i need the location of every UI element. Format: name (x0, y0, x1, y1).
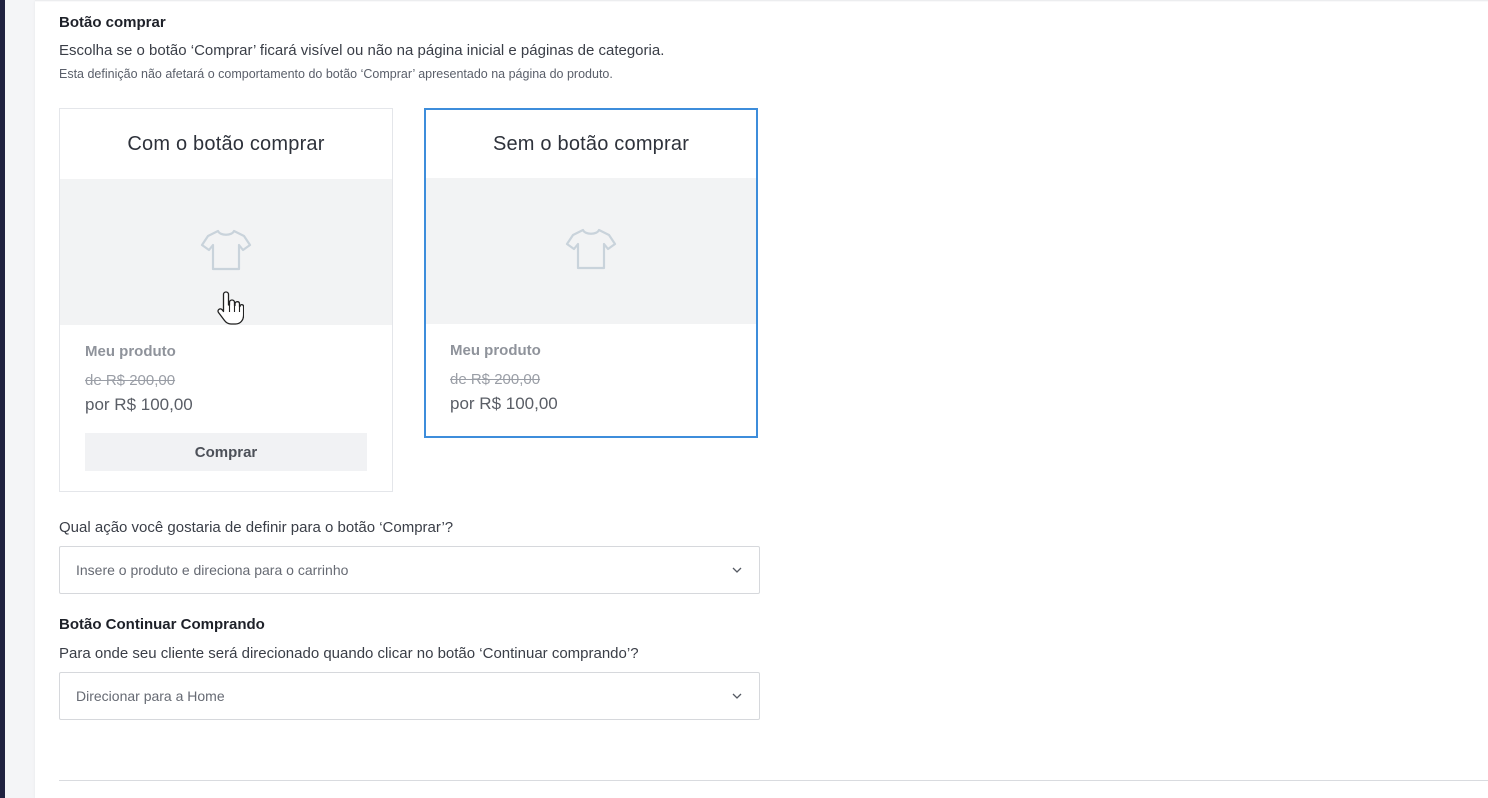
continue-shopping-select[interactable]: Direcionar para a Home (59, 672, 760, 720)
continue-shopping-section-title: Botão Continuar Comprando (59, 616, 265, 633)
option-card-with-buy-button[interactable]: Com o botão comprar Meu produto de R$ 20… (59, 108, 393, 492)
option-title: Sem o botão comprar (492, 132, 690, 155)
option-card-without-buy-button[interactable]: Sem o botão comprar Meu produto de R$ 20… (424, 108, 758, 438)
buy-action-select[interactable]: Insere o produto e direciona para o carr… (59, 546, 760, 594)
sidebar-edge (0, 0, 5, 798)
product-name: Meu produto (85, 343, 176, 360)
new-price: por R$ 100,00 (85, 395, 193, 414)
new-price: por R$ 100,00 (450, 394, 558, 413)
buy-button-note: Esta definição não afetará o comportamen… (59, 67, 613, 81)
old-price: de R$ 200,00 (85, 372, 176, 389)
buy-button-section-title: Botão comprar (59, 14, 166, 31)
product-image-placeholder (60, 179, 392, 325)
continue-shopping-selected-value: Direcionar para a Home (76, 688, 225, 704)
buy-button-preview: Comprar (85, 433, 367, 471)
buy-action-selected-value: Insere o produto e direciona para o carr… (76, 562, 349, 578)
old-price: de R$ 200,00 (450, 371, 541, 388)
tshirt-icon (200, 228, 252, 277)
product-name: Meu produto (450, 342, 541, 359)
continue-shopping-question: Para onde seu cliente será direcionado q… (59, 645, 639, 662)
option-title: Com o botão comprar (127, 132, 325, 155)
buy-button-description: Escolha se o botão ‘Comprar’ ficará visí… (59, 42, 665, 59)
top-shadow (35, 0, 1488, 2)
tshirt-icon (565, 227, 617, 276)
buy-action-question: Qual ação você gostaria de definir para … (59, 519, 454, 536)
chevron-down-icon (731, 564, 743, 576)
chevron-down-icon (731, 690, 743, 702)
section-divider (59, 780, 1488, 781)
product-image-placeholder (426, 178, 756, 324)
